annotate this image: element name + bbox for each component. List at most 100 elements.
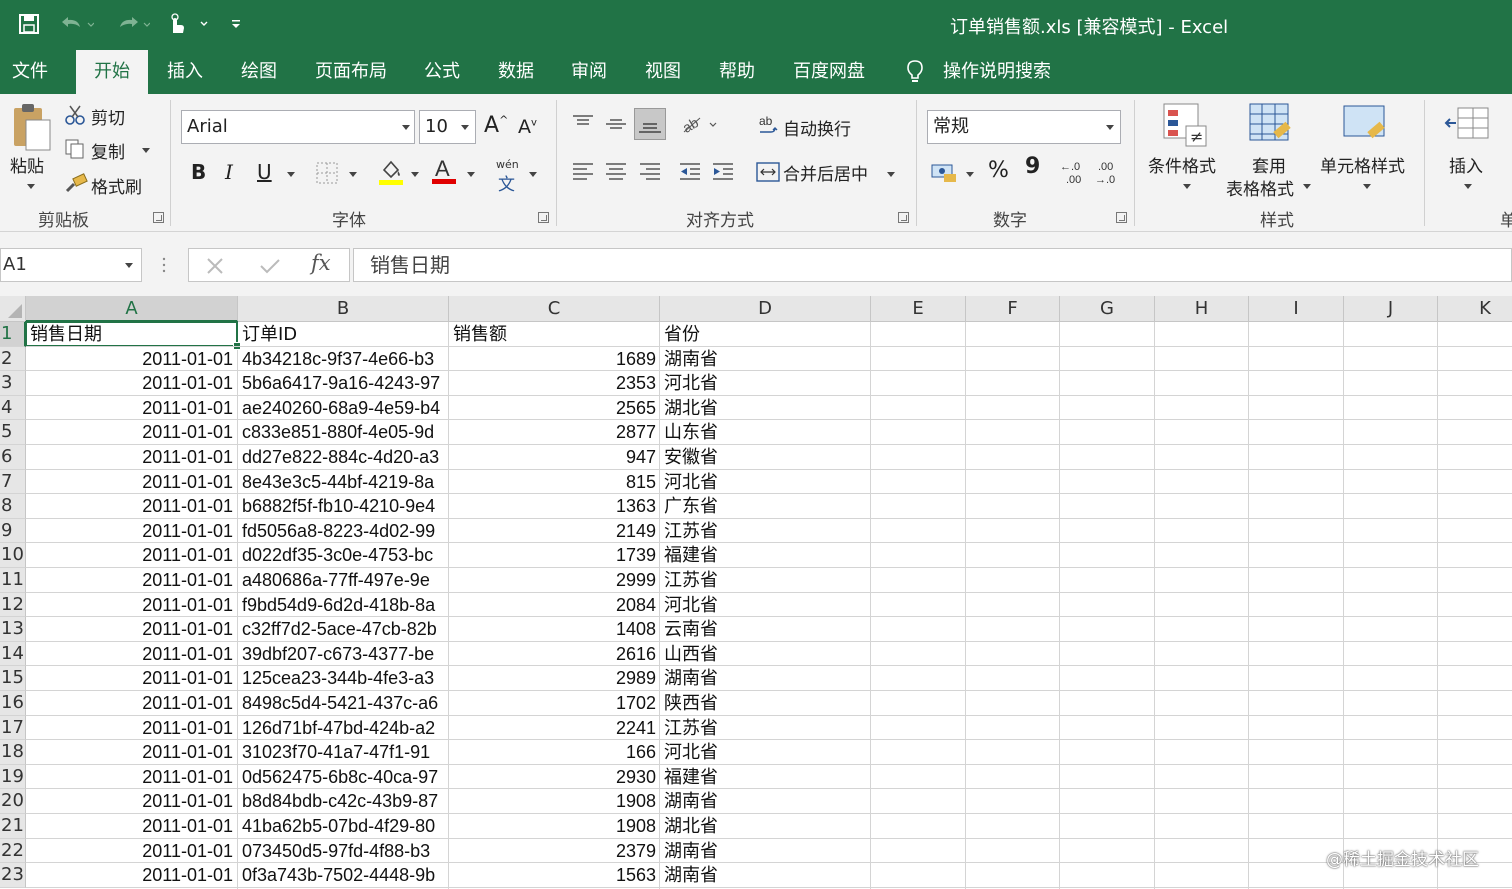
amount-cell[interactable]: 2084 — [449, 593, 660, 618]
order-id-cell[interactable]: 125cea23-344b-4fe3-a3 — [238, 666, 449, 691]
order-id-cell[interactable]: 39dbf207-c673-4377-be — [238, 642, 449, 667]
accounting-dropdown-icon[interactable] — [966, 172, 974, 177]
row-header[interactable]: 11 — [0, 568, 26, 593]
increase-indent-icon[interactable] — [711, 160, 735, 188]
merge-dropdown-icon[interactable] — [887, 172, 895, 177]
align-center-icon[interactable] — [604, 160, 628, 188]
align-left-icon[interactable] — [571, 160, 595, 188]
align-right-icon[interactable] — [638, 160, 662, 188]
amount-cell[interactable]: 2241 — [449, 716, 660, 741]
province-cell[interactable]: 河北省 — [660, 740, 871, 765]
conditional-formatting-button[interactable]: 条件格式 — [1148, 152, 1216, 177]
order-id-cell[interactable]: c833e851-880f-4e05-9d — [238, 420, 449, 445]
font-name-dropdown-icon[interactable] — [402, 125, 410, 130]
align-middle-icon[interactable] — [604, 114, 628, 138]
province-cell[interactable]: 陕西省 — [660, 691, 871, 716]
format-painter-button[interactable]: 格式刷 — [91, 173, 142, 198]
amount-cell[interactable]: 1408 — [449, 617, 660, 642]
date-cell[interactable]: 2011-01-01 — [26, 765, 237, 790]
amount-cell[interactable]: 947 — [449, 445, 660, 470]
insert-function-button[interactable]: fx — [311, 251, 331, 275]
decrease-decimal-icon[interactable]: .00 →.0 — [1093, 158, 1123, 190]
order-id-cell[interactable]: ae240260-68a9-4e59-b4 — [238, 396, 449, 421]
date-cell[interactable]: 2011-01-01 — [26, 740, 237, 765]
customize-quick-access-icon[interactable] — [226, 11, 246, 37]
order-id-cell[interactable]: 8498c5d4-5421-437c-a6 — [238, 691, 449, 716]
amount-cell[interactable]: 1739 — [449, 543, 660, 568]
decrease-font-size-icon[interactable]: Av — [518, 116, 537, 138]
cell-styles-button[interactable]: 单元格样式 — [1320, 152, 1405, 177]
paste-icon[interactable] — [10, 102, 54, 156]
date-cell[interactable]: 2011-01-01 — [26, 814, 237, 839]
order-id-cell[interactable]: c32ff7d2-5ace-47cb-82b — [238, 617, 449, 642]
column-header-a[interactable]: A — [26, 296, 238, 322]
amount-cell[interactable]: 2149 — [449, 519, 660, 544]
header-cell[interactable]: 销售日期 — [26, 322, 238, 347]
order-id-cell[interactable]: 8e43e3c5-44bf-4219-8a — [238, 470, 449, 495]
comma-style-button[interactable]: 9 — [1025, 154, 1040, 179]
date-cell[interactable]: 2011-01-01 — [26, 617, 237, 642]
phonetic-dropdown-icon[interactable] — [529, 172, 537, 177]
province-cell[interactable]: 江苏省 — [660, 568, 871, 593]
amount-cell[interactable]: 2877 — [449, 420, 660, 445]
cell-styles-dropdown-icon[interactable] — [1363, 184, 1371, 189]
order-id-cell[interactable]: 073450d5-97fd-4f88-b3 — [238, 839, 449, 864]
column-header-c[interactable]: C — [449, 296, 660, 322]
order-id-cell[interactable]: d022df35-3c0e-4753-bc — [238, 543, 449, 568]
align-bottom-icon[interactable] — [634, 108, 666, 144]
font-launcher-icon[interactable] — [538, 212, 549, 223]
date-cell[interactable]: 2011-01-01 — [26, 863, 237, 888]
conditional-formatting-dropdown-icon[interactable] — [1183, 184, 1191, 189]
accounting-format-icon[interactable] — [930, 160, 958, 188]
underline-button[interactable]: U — [257, 160, 272, 184]
insert-cells-dropdown-icon[interactable] — [1464, 184, 1472, 189]
province-cell[interactable]: 江苏省 — [660, 716, 871, 741]
date-cell[interactable]: 2011-01-01 — [26, 716, 237, 741]
redo-icon[interactable] — [112, 11, 152, 37]
tab-view[interactable]: 视图 — [645, 50, 681, 94]
fill-color-icon[interactable] — [378, 158, 404, 190]
amount-cell[interactable]: 2353 — [449, 371, 660, 396]
row-header-1[interactable]: 1 — [0, 322, 26, 347]
tab-review[interactable]: 审阅 — [571, 50, 607, 94]
row-header[interactable]: 18 — [0, 740, 26, 765]
province-cell[interactable]: 湖南省 — [660, 863, 871, 888]
order-id-cell[interactable]: 0d562475-6b8c-40ca-97 — [238, 765, 449, 790]
copy-button[interactable]: 复制 — [91, 138, 125, 163]
format-as-table-dropdown-icon[interactable] — [1303, 184, 1311, 189]
province-cell[interactable]: 湖南省 — [660, 839, 871, 864]
orientation-icon[interactable]: ab — [680, 112, 720, 140]
row-header[interactable]: 2 — [0, 346, 26, 372]
amount-cell[interactable]: 2616 — [449, 642, 660, 667]
province-cell[interactable]: 山西省 — [660, 642, 871, 667]
wrap-text-icon[interactable]: ab — [757, 114, 779, 142]
province-cell[interactable]: 湖南省 — [660, 347, 871, 372]
tab-page-layout[interactable]: 页面布局 — [315, 50, 387, 94]
row-header[interactable]: 22 — [0, 838, 26, 864]
date-cell[interactable]: 2011-01-01 — [26, 789, 237, 814]
province-cell[interactable]: 广东省 — [660, 494, 871, 519]
row-header[interactable]: 21 — [0, 814, 26, 839]
order-id-cell[interactable]: b6882f5f-fb10-4210-9e4 — [238, 494, 449, 519]
name-box-dropdown-icon[interactable] — [125, 263, 133, 268]
row-header[interactable]: 9 — [0, 518, 26, 544]
column-header-b[interactable]: B — [238, 296, 449, 322]
column-header-k[interactable]: K — [1438, 296, 1512, 322]
date-cell[interactable]: 2011-01-01 — [26, 494, 237, 519]
order-id-cell[interactable]: f9bd54d9-6d2d-418b-8a — [238, 593, 449, 618]
row-header[interactable]: 14 — [0, 641, 26, 667]
row-header[interactable]: 15 — [0, 666, 26, 691]
phonetic-guide-button[interactable]: 文 — [498, 170, 515, 195]
province-cell[interactable]: 湖南省 — [660, 666, 871, 691]
date-cell[interactable]: 2011-01-01 — [26, 691, 237, 716]
column-header-i[interactable]: I — [1249, 296, 1344, 322]
row-header[interactable]: 8 — [0, 494, 26, 519]
formula-input[interactable]: 销售日期 — [353, 248, 1512, 282]
amount-cell[interactable]: 166 — [449, 740, 660, 765]
format-as-table-button[interactable]: 套用 — [1252, 152, 1286, 177]
row-header[interactable]: 5 — [0, 420, 26, 445]
insert-cells-button[interactable]: 插入 — [1449, 152, 1483, 177]
increase-font-size-icon[interactable]: A^ — [484, 113, 508, 138]
format-painter-icon[interactable] — [64, 173, 88, 199]
alignment-launcher-icon[interactable] — [898, 212, 909, 223]
